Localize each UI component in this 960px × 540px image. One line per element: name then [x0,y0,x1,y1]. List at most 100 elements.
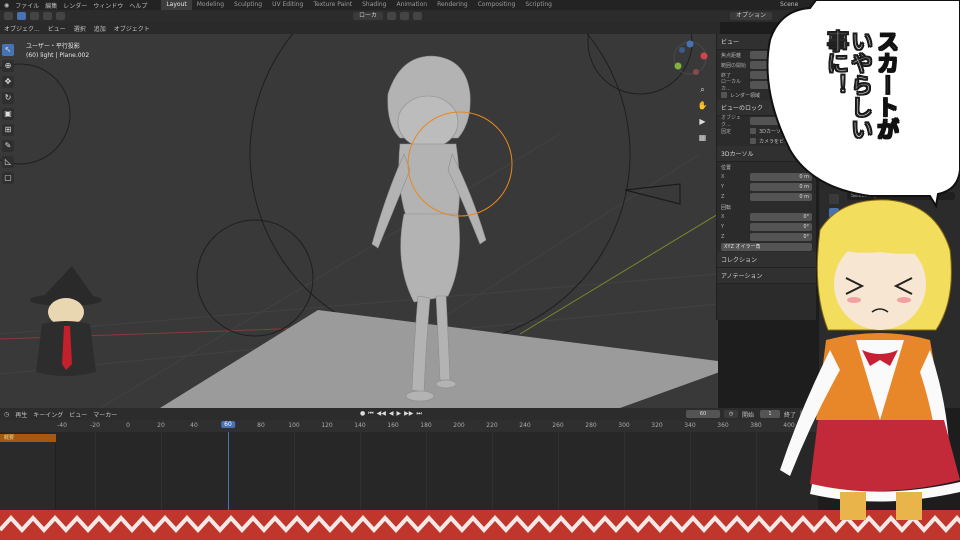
mode-dropdown[interactable]: オブジェク... [4,24,40,33]
eye-icon[interactable]: ◉ [949,79,954,86]
cursor-tool-icon[interactable]: ⊕ [2,60,14,72]
output-tab-icon[interactable] [829,222,839,232]
eye-icon[interactable]: ◉ [949,97,954,104]
menu-file[interactable]: ファイル [15,1,39,10]
menu-object[interactable]: オブジェクト [114,24,150,33]
ortho-toggle-icon[interactable]: ▦ [697,132,708,143]
menu-help[interactable]: ヘルプ [129,1,147,10]
transform-tool-icon[interactable]: ⊞ [2,124,14,136]
menu-view[interactable]: ビュー [48,24,66,33]
tool-tab-icon[interactable] [829,194,839,204]
current-frame-indicator[interactable]: 60 [221,421,235,428]
tab-compositing[interactable]: Compositing [473,0,521,10]
menu-render[interactable]: レンダー [63,1,87,10]
eye-icon[interactable]: ◉ [949,70,954,77]
view-section-header[interactable]: ビュー [717,34,816,50]
tab-scripting[interactable]: Scripting [520,0,557,10]
menu-keying[interactable]: キーイング [33,410,63,419]
proportional-edit-icon[interactable] [413,12,423,20]
tab-sculpting[interactable]: Sculpting [229,0,267,10]
measure-tool-icon[interactable]: ◺ [2,156,14,168]
local-camera-field[interactable]: Camera [750,81,812,89]
menu-select[interactable]: 選択 [74,24,86,33]
jump-start-icon[interactable]: ⏮ [368,410,373,418]
rotation-y-field[interactable]: 0° [750,223,812,231]
scale-tool-icon[interactable]: ▣ [2,108,14,120]
tab-modeling[interactable]: Modeling [192,0,229,10]
add-cube-tool-icon[interactable]: ▢ [2,172,14,184]
eye-icon[interactable]: ◉ [949,25,954,32]
menu-timeline-view[interactable]: ビュー [69,410,87,419]
rotate-tool-icon[interactable]: ↻ [2,92,14,104]
pan-hand-icon[interactable]: ✋ [697,100,708,111]
transform-orientation-dropdown[interactable]: ローカ [353,12,384,20]
rotation-mode-dropdown[interactable]: XYZ オイラー角 [721,243,812,251]
eye-icon[interactable]: ◉ [949,43,954,50]
current-frame-field[interactable]: 60 [686,410,720,418]
zoom-icon[interactable]: ⌕ [697,84,708,95]
render-region-checkbox[interactable] [721,92,727,98]
focal-length-field[interactable]: 50 mm [750,51,812,59]
timeline-dopesheet[interactable]: 概要 [0,432,818,510]
rotation-x-field[interactable]: 0° [750,213,812,221]
eye-icon[interactable]: ◉ [949,88,954,95]
menu-playback[interactable]: 再生 [15,410,27,419]
navigation-gizmo[interactable] [673,40,708,76]
options-dropdown[interactable]: オプション [730,12,773,20]
eye-icon[interactable]: ◉ [949,61,954,68]
play-icon[interactable]: ▶ [397,410,402,418]
tab-texture-paint[interactable]: Texture Paint [308,0,357,10]
start-frame-field[interactable]: 1 [760,410,780,418]
eye-icon[interactable]: ◉ [949,34,954,41]
lock-cursor-checkbox[interactable] [750,128,756,134]
tab-animation[interactable]: Animation [391,0,432,10]
select-tool-icon[interactable]: ↖ [2,44,14,56]
tab-rendering[interactable]: Rendering [432,0,473,10]
preview-range-icon[interactable]: ◷ [724,410,738,418]
annotation-section-header[interactable]: アノテーション [717,268,816,284]
render-tab-icon[interactable] [829,208,839,218]
menu-edit[interactable]: 編集 [45,1,57,10]
next-key-icon[interactable]: ▶▶ [404,410,413,418]
menu-marker[interactable]: マーカー [93,410,117,419]
record-icon[interactable]: ● [360,410,365,418]
clip-start-field[interactable]: 0.01 m [750,61,812,69]
clip-end-field[interactable]: 1000 m [750,71,812,79]
tab-shading[interactable]: Shading [357,0,391,10]
scene-selector[interactable]: Scene [780,1,798,8]
rotation-z-field[interactable]: 0° [750,233,812,241]
move-tool-icon[interactable]: ✥ [2,76,14,88]
location-y-field[interactable]: 0 m [750,183,812,191]
select-extend-icon[interactable] [30,12,39,20]
annotate-tool-icon[interactable]: ✎ [2,140,14,152]
select-box-icon[interactable] [17,12,26,20]
timeline-ruler[interactable]: -40 -20 0 20 40 60 80 100 120 140 160 18… [0,420,818,432]
cursor-section-header[interactable]: 3Dカーソル [717,146,816,162]
tab-uv-editing[interactable]: UV Editing [267,0,308,10]
tab-layout[interactable]: Layout [161,0,192,10]
location-z-field[interactable]: 0 m [750,193,812,201]
collection-section-header[interactable]: コレクション [717,252,816,268]
eye-icon[interactable]: ◉ [949,106,954,113]
pivot-icon[interactable] [387,12,397,20]
end-frame-field[interactable]: 60 [800,410,816,418]
3d-viewport[interactable]: ユーザー・平行投影 (60) light | Plane.002 [0,34,718,408]
snap-icon[interactable] [400,12,410,20]
jump-end-icon[interactable]: ⏭ [416,410,421,418]
menu-add[interactable]: 追加 [94,24,106,33]
camera-view-icon[interactable]: ▶ [697,116,708,127]
camera-object[interactable] [624,183,681,205]
editor-type-icon[interactable] [4,12,13,20]
select-subtract-icon[interactable] [43,12,52,20]
prev-key-icon[interactable]: ◀◀ [377,410,386,418]
select-invert-icon[interactable] [56,12,65,20]
location-x-field[interactable]: 0 m [750,173,812,181]
lock-object-field[interactable] [750,117,812,125]
properties-search[interactable]: Select Layer [847,192,955,200]
timeline-editor-icon[interactable]: ◷ [4,411,9,418]
summary-channel[interactable]: 概要 [0,434,56,442]
blender-logo-icon[interactable]: ◉ [4,2,9,9]
view-layer-selector[interactable]: View Layer [880,1,913,8]
menu-window[interactable]: ウィンドウ [93,1,123,10]
lock-camera-checkbox[interactable] [750,138,756,144]
